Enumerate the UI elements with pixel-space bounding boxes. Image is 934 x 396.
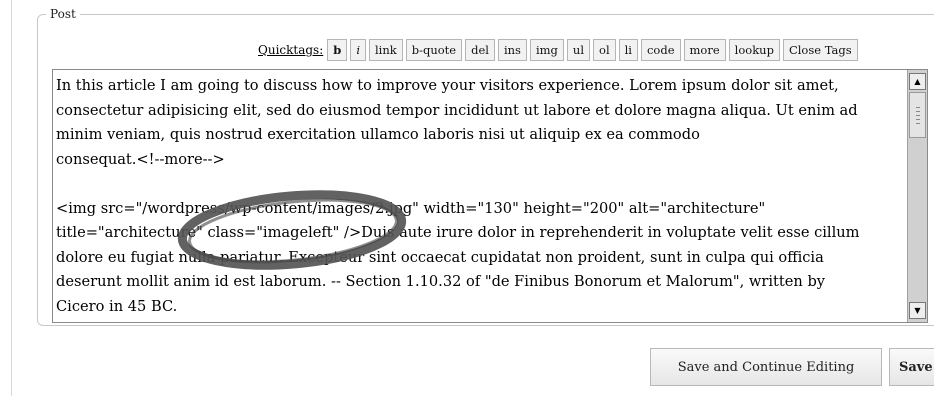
content-line: <img src="/wordpress/wp-content/images/2… <box>56 199 766 217</box>
scroll-up-arrow-icon[interactable]: ▲ <box>909 73 926 90</box>
content-line: In this article I am going to discuss ho… <box>56 77 839 94</box>
quicktags-toolbar: Quicktags: b i link b-quote del ins img … <box>258 38 861 62</box>
quicktag-ins-button[interactable]: ins <box>497 39 527 61</box>
editor-scrollbar[interactable]: ▲ ▼ <box>907 70 927 322</box>
quicktag-bold-button[interactable]: b <box>327 39 348 61</box>
quicktag-li-button[interactable]: li <box>618 39 638 61</box>
quicktag-blockquote-button[interactable]: b-quote <box>405 39 463 61</box>
quicktag-close-tags-button[interactable]: Close Tags <box>782 39 858 61</box>
quicktag-ul-button[interactable]: ul <box>566 39 591 61</box>
quicktag-italic-button[interactable]: i <box>350 39 366 61</box>
content-line: minim veniam, quis nostrud exercitation … <box>56 126 700 143</box>
save-button[interactable]: Save <box>889 348 934 386</box>
quicktag-img-button[interactable]: img <box>529 39 564 61</box>
quicktag-link-button[interactable]: link <box>369 39 403 61</box>
post-content-textarea[interactable]: In this article I am going to discuss ho… <box>52 69 928 323</box>
content-line: title="architecture" class="imageleft" /… <box>56 224 860 241</box>
content-line <box>56 172 904 197</box>
quicktag-code-button[interactable]: code <box>640 39 681 61</box>
content-line: Cicero in 45 BC. <box>56 297 178 315</box>
quicktag-ol-button[interactable]: ol <box>593 39 616 61</box>
left-divider <box>11 0 12 396</box>
quicktag-lookup-button[interactable]: lookup <box>728 39 780 61</box>
scroll-down-arrow-icon[interactable]: ▼ <box>909 302 926 319</box>
quicktags-label: Quicktags: <box>258 43 324 57</box>
post-content-text: In this article I am going to discuss ho… <box>56 74 904 319</box>
fieldset-legend: Post <box>46 7 80 21</box>
scrollbar-thumb[interactable] <box>909 92 926 138</box>
content-line: consectetur adipisicing elit, sed do eiu… <box>56 101 858 119</box>
save-and-continue-button[interactable]: Save and Continue Editing <box>650 348 882 386</box>
content-line: consequat.<!--more--> <box>56 150 225 168</box>
content-line: deserunt mollit anim id est laborum. -- … <box>56 273 826 290</box>
quicktag-del-button[interactable]: del <box>465 39 495 61</box>
quicktag-more-button[interactable]: more <box>683 39 726 61</box>
content-line: dolore eu fugiat nulla pariatur. Excepte… <box>56 248 824 266</box>
